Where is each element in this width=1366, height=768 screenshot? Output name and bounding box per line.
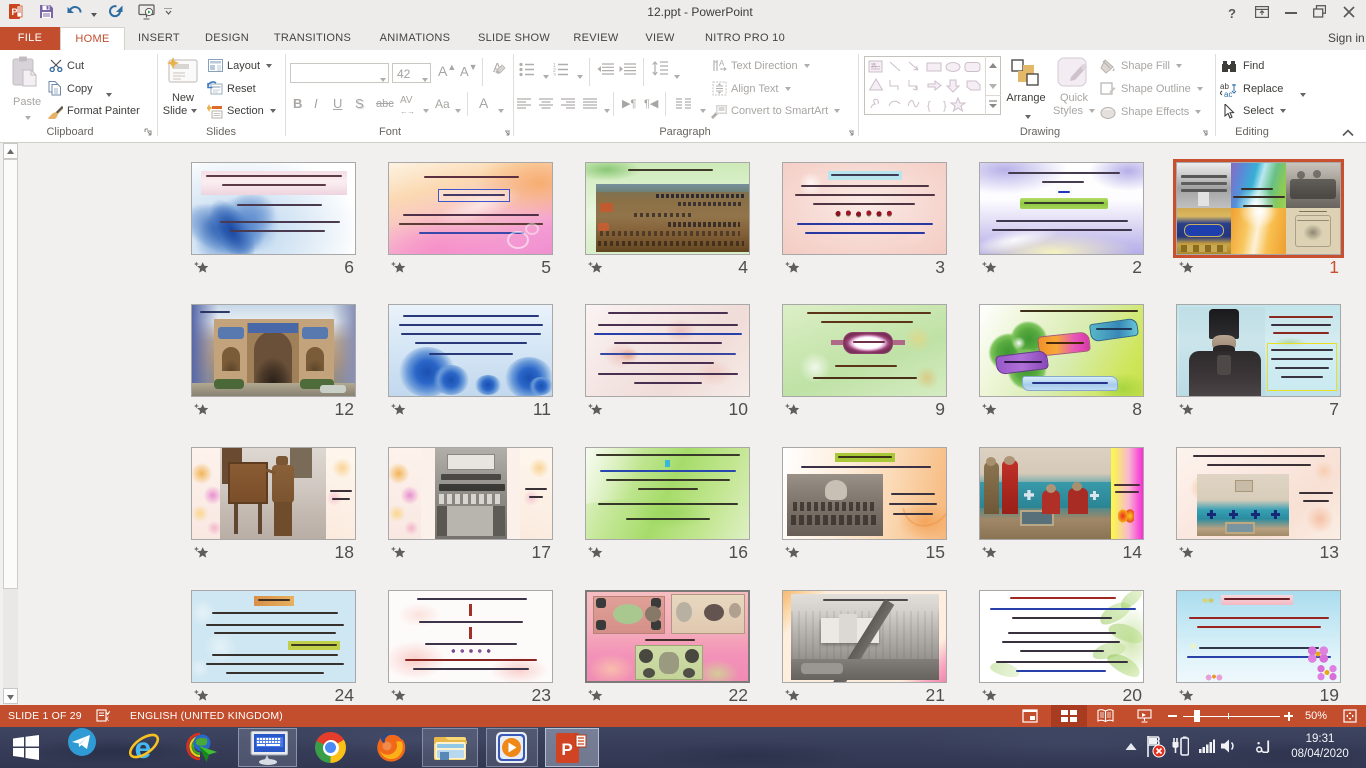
svg-text:P: P: [561, 740, 572, 759]
svg-text:x: x: [105, 714, 109, 723]
